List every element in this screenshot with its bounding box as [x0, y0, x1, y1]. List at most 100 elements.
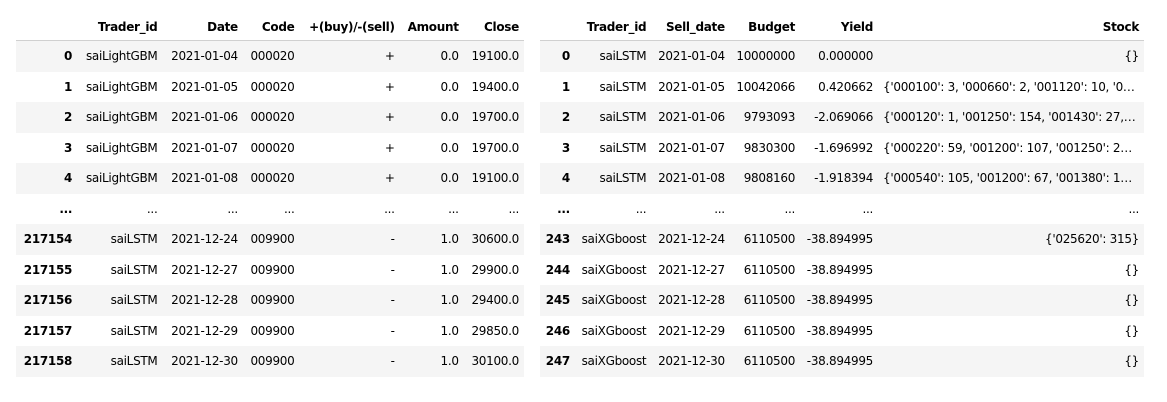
table-cell: -38.894995: [806, 232, 874, 247]
table-row: 0 saiLSTM 2021-01-04 10000000 0.000000 {}: [540, 40, 1144, 72]
table-cell: -38.894995: [806, 262, 874, 277]
row-index: 217155: [23, 262, 73, 277]
table-row: 1 saiLightGBM 2021-01-05 000020 +0.0 19400.0: [16, 72, 524, 103]
table-row: 2 saiLSTM 2021-01-06 9793093 -2.069066 {'0001…: [540, 102, 1144, 133]
table-cell: 000020: [250, 110, 295, 125]
table-cell: +: [384, 79, 395, 94]
table-row: 247 saiXGboost 2021-12-30 6110500 -38.894995…: [540, 346, 1144, 377]
table-cell: saiLSTM: [110, 354, 158, 369]
table-row: 1 saiLSTM 2021-01-05 10042066 0.420662 {'0001…: [540, 72, 1144, 103]
table-cell: {}: [1124, 293, 1139, 308]
table-cell: 0.0: [440, 110, 459, 125]
table-cell: 2021-12-29: [658, 323, 725, 338]
column-header: Code: [242, 14, 300, 41]
table-cell: 009900: [250, 323, 295, 338]
table-cell: 29400.0: [471, 293, 519, 308]
table-cell: {}: [1124, 49, 1139, 64]
table-cell: -2.069066: [814, 110, 874, 125]
table-cell: 2021-12-24: [171, 232, 238, 247]
table-row: 243 saiXGboost 2021-12-24 6110500 -38.894995…: [540, 224, 1144, 255]
row-index: 2: [561, 110, 570, 125]
table-cell: 2021-01-05: [171, 79, 238, 94]
column-header: Amount: [399, 14, 464, 41]
table-cell: 0.420662: [818, 79, 874, 94]
table-cell: ...: [448, 201, 459, 216]
table-row: 217154 saiLSTM 2021-12-24 009900 - 1.0 30600.0: [16, 224, 524, 255]
table-cell: 10000000: [736, 49, 796, 64]
column-header: Yield: [800, 14, 879, 41]
table-cell: 2021-12-28: [658, 293, 725, 308]
table-cell: 2021-12-29: [171, 323, 238, 338]
table-cell: 009900: [250, 293, 295, 308]
table-cell: saiLightGBM: [85, 171, 158, 186]
row-index: 217158: [23, 354, 73, 369]
column-header: Close: [463, 14, 524, 41]
table-cell: 2021-01-04: [171, 49, 238, 64]
table-cell: 9830300: [743, 140, 796, 155]
table-cell: 000020: [250, 79, 295, 94]
table-cell: saiLSTM: [599, 49, 647, 64]
table-row: 244 saiXGboost 2021-12-27 6110500 -38.894995…: [540, 255, 1144, 286]
row-index: 217157: [23, 323, 73, 338]
table-cell: saiXGboost: [581, 323, 647, 338]
table-cell: 009900: [250, 262, 295, 277]
row-index: 2: [64, 110, 73, 125]
portfolio-header: Trader_id Sell_date Budget Yield Stock: [540, 14, 1144, 41]
row-index: 1: [64, 79, 73, 94]
row-index: 245: [545, 293, 570, 308]
table-cell: 2021-01-04: [658, 49, 725, 64]
table-row: .....................: [16, 194, 524, 225]
table-row: 4 saiLSTM 2021-01-08 9808160 -1.918394 {'0005…: [540, 163, 1144, 194]
table-cell: ...: [714, 201, 725, 216]
table-cell: 0.0: [440, 171, 459, 186]
table-cell: 1.0: [440, 262, 459, 277]
table-cell: 2021-12-27: [658, 262, 725, 277]
table-cell: ...: [784, 201, 796, 216]
column-header: Sell_date: [651, 14, 730, 41]
table-cell: saiXGboost: [581, 354, 647, 369]
table-cell: -38.894995: [806, 354, 874, 369]
table-cell: 6110500: [743, 232, 796, 247]
table-cell: 0.000000: [818, 49, 874, 64]
table-cell: ...: [384, 201, 395, 216]
table-cell: 6110500: [743, 293, 796, 308]
table-cell: saiLSTM: [599, 79, 647, 94]
table-cell: saiLSTM: [110, 232, 158, 247]
row-index: ...: [557, 201, 570, 216]
header-row: Trader_id Sell_date Budget Yield Stock: [540, 14, 1144, 41]
row-index: ...: [59, 201, 73, 216]
table-row: 217158 saiLSTM 2021-12-30 009900 - 1.0 30100.0: [16, 346, 524, 377]
table-cell: {}: [1124, 262, 1139, 277]
notebook-output: Trader_id Date Code +(buy)/-(sell) Amount Clo…: [0, 0, 1167, 402]
table-cell: saiLightGBM: [85, 140, 158, 155]
table-cell: 30100.0: [471, 354, 519, 369]
table-cell: 2021-12-30: [658, 354, 725, 369]
column-header: Date: [162, 14, 243, 41]
table-cell: 1.0: [440, 232, 459, 247]
table-row: 217155 saiLSTM 2021-12-27 009900 - 1.0 29900.0: [16, 255, 524, 286]
table-row: 246 saiXGboost 2021-12-29 6110500 -38.894995…: [540, 316, 1144, 347]
trades-dataframe: Trader_id Date Code +(buy)/-(sell) Amount Clo…: [16, 14, 524, 377]
table-row: 217156 saiLSTM 2021-12-28 009900 - 1.0 29400.0: [16, 285, 524, 316]
column-header: Stock: [878, 14, 1144, 41]
table-cell: ...: [146, 201, 158, 216]
table-cell: saiLSTM: [110, 262, 158, 277]
table-cell: +: [384, 171, 395, 186]
table-cell: 2021-01-08: [171, 171, 238, 186]
table-cell: {'000120': 1, '001250': 154, '001430': 2…: [883, 110, 1144, 125]
table-cell: -: [390, 293, 395, 308]
table-cell: 2021-01-07: [171, 140, 238, 155]
row-index: 0: [561, 49, 570, 64]
table-cell: ...: [1128, 201, 1139, 216]
column-header: [16, 14, 78, 41]
table-row: 2 saiLightGBM 2021-01-06 000020 +0.0 19700.0: [16, 102, 524, 133]
row-index: 3: [64, 140, 73, 155]
table-cell: +: [384, 110, 395, 125]
trades-header: Trader_id Date Code +(buy)/-(sell) Amount Clo…: [16, 14, 524, 41]
table-cell: 0.0: [440, 140, 459, 155]
table-cell: saiLightGBM: [85, 110, 158, 125]
table-cell: 2021-12-30: [171, 354, 238, 369]
table-cell: 29900.0: [471, 262, 519, 277]
table-cell: 2021-01-07: [658, 140, 725, 155]
table-cell: 009900: [250, 232, 295, 247]
